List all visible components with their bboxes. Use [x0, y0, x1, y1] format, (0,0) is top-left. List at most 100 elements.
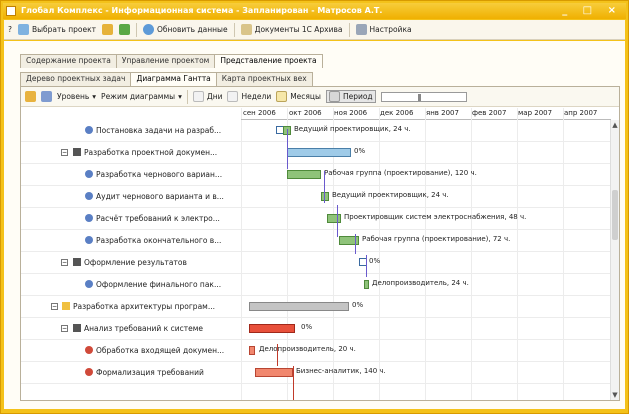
collapse-toggle[interactable]: − — [61, 259, 68, 266]
task-bar-label: Бизнес-аналитик, 140 ч. — [296, 367, 386, 375]
task-name-label: Обработка входящей докумен... — [96, 346, 225, 355]
collapse-button[interactable] — [41, 91, 52, 102]
progress-label: 0% — [352, 301, 364, 309]
group-icon — [73, 148, 81, 156]
month-label: сен 2006 — [243, 109, 276, 117]
task-row[interactable]: Разработка окончательного в... Рабочая г… — [21, 230, 611, 252]
task-name: Формализация требований — [85, 368, 255, 377]
tab-project-view[interactable]: Представление проекта — [214, 54, 323, 68]
period-toggle[interactable]: Период — [325, 90, 376, 103]
dependency-connector — [293, 366, 294, 400]
task-name-label: Разработка чернового вариан... — [96, 170, 223, 179]
task-name: Обработка входящей докумен... — [85, 346, 255, 355]
collapse-icon — [41, 91, 52, 102]
collapse-toggle[interactable]: − — [51, 303, 58, 310]
level-dropdown[interactable]: Уровень ▾ — [57, 92, 96, 101]
calendar-icon — [227, 91, 239, 102]
task-bar-label: Проектировщик систем электроснабжения, 4… — [344, 213, 527, 221]
months-label: Месяцы — [290, 92, 321, 101]
months-toggle[interactable]: Месяцы — [276, 91, 321, 102]
task-row[interactable]: Оформление финального пак... Делопроизво… — [21, 274, 611, 296]
select-project-label: Выбрать проект — [31, 25, 96, 34]
task-name: Постановка задачи на разраб... — [85, 126, 255, 135]
expand-icon — [25, 91, 36, 102]
help-icon: ? — [8, 25, 12, 34]
task-row[interactable]: Постановка задачи на разраб... Ведущий п… — [21, 120, 611, 142]
tab-project-management[interactable]: Управление проектом — [115, 54, 216, 68]
summary-bar[interactable] — [287, 148, 351, 157]
app-icon — [6, 6, 16, 16]
task-bar[interactable] — [339, 236, 359, 245]
task-row[interactable]: Аудит чернового варианта и в... Ведущий … — [21, 186, 611, 208]
toolbar-separator — [135, 22, 137, 37]
tab-task-tree[interactable]: Дерево проектных задач — [20, 72, 132, 86]
dependency-connector — [324, 171, 325, 203]
app-window: Глобал Комплекс - Информационная система… — [0, 0, 629, 414]
task-row[interactable]: Расчёт требований к электро... Проектиро… — [21, 208, 611, 230]
task-name-label: Формализация требований — [96, 368, 204, 377]
vertical-scrollbar[interactable]: ▲ ▼ — [610, 120, 619, 400]
gantt-toolbar: Уровень ▾ Режим диаграммы ▾ Дни Недели Мес… — [21, 87, 619, 107]
task-icon — [85, 346, 93, 354]
tab-gantt[interactable]: Диаграмма Гантта — [130, 72, 217, 86]
task-name: Разработка чернового вариан... — [85, 170, 255, 179]
project-bar[interactable] — [249, 302, 349, 311]
level-label: Уровень — [57, 92, 90, 101]
task-name: Расчёт требований к электро... — [85, 214, 255, 223]
task-name: Анализ требований к системе — [73, 324, 243, 333]
refresh-button[interactable]: Обновить данные — [142, 24, 228, 35]
settings-button[interactable]: Настройка — [355, 24, 412, 35]
chevron-down-icon: ▾ — [92, 92, 97, 101]
collapse-toggle[interactable]: − — [61, 149, 68, 156]
task-bar[interactable] — [255, 368, 293, 377]
toolbar-separator — [348, 22, 350, 37]
task-bar[interactable] — [321, 192, 329, 201]
days-label: Дни — [206, 92, 223, 101]
help-button[interactable]: ? — [8, 25, 12, 34]
task-bar[interactable] — [364, 280, 369, 289]
toolbar-separator — [233, 22, 235, 37]
task-row[interactable]: − Разработка архитектуры програм... 0% — [21, 296, 611, 318]
scroll-up-icon[interactable]: ▲ — [611, 121, 619, 129]
scroll-down-icon[interactable]: ▼ — [611, 391, 619, 399]
gantt-panel: Уровень ▾ Режим диаграммы ▾ Дни Недели Мес… — [20, 86, 620, 401]
task-name-label: Оформление финального пак... — [96, 280, 222, 289]
month-header: сен 2006 окт 2006 ноя 2006 дек 2006 янв … — [241, 108, 611, 120]
task-row[interactable]: − Анализ требований к системе 0% — [21, 318, 611, 340]
documents-button[interactable]: Документы 1С Архива — [240, 24, 343, 35]
folder-icon — [62, 302, 70, 310]
period-slider[interactable] — [380, 91, 467, 102]
month-label: фев 2007 — [472, 109, 507, 117]
window-controls[interactable]: _ □ × — [562, 3, 622, 19]
task-row[interactable]: Формализация требований Бизнес-аналитик,… — [21, 362, 611, 384]
scrollbar-thumb[interactable] — [612, 190, 618, 240]
task-name-label: Разработка архитектуры програм... — [73, 302, 215, 311]
task-name-label: Разработка окончательного в... — [96, 236, 222, 245]
settings-icon — [355, 24, 367, 35]
tab-milestones[interactable]: Карта проектных вех — [215, 72, 313, 86]
task-icon — [85, 280, 93, 288]
task-row[interactable]: Разработка чернового вариан... Рабочая г… — [21, 164, 611, 186]
task-name-label: Расчёт требований к электро... — [96, 214, 220, 223]
tab-project-content[interactable]: Содержание проекта — [20, 54, 117, 68]
select-project-button[interactable]: Выбрать проект — [17, 24, 96, 35]
task-row[interactable]: Обработка входящей докумен... Делопроизв… — [21, 340, 611, 362]
task-name-label: Анализ требований к системе — [84, 324, 203, 333]
task-bar[interactable] — [249, 346, 255, 355]
summary-bar[interactable] — [249, 324, 295, 333]
task-bar[interactable] — [287, 170, 321, 179]
task-row[interactable]: − Оформление результатов 0% — [21, 252, 611, 274]
task-bar[interactable] — [327, 214, 341, 223]
mode-dropdown[interactable]: Режим диаграммы ▾ — [101, 92, 182, 101]
collapse-toggle[interactable]: − — [61, 325, 68, 332]
weeks-toggle[interactable]: Недели — [227, 91, 271, 102]
chart-button[interactable] — [101, 24, 113, 35]
check-button[interactable] — [118, 24, 130, 35]
month-label: дек 2006 — [380, 109, 414, 117]
task-row[interactable]: − Разработка проектной докумен... 0% — [21, 142, 611, 164]
task-name-label: Оформление результатов — [84, 258, 187, 267]
expand-button[interactable] — [25, 91, 36, 102]
task-bar-label: Рабочая группа (проектирование), 72 ч. — [362, 235, 511, 243]
mode-label: Режим диаграммы — [101, 92, 176, 101]
days-toggle[interactable]: Дни — [192, 91, 223, 102]
